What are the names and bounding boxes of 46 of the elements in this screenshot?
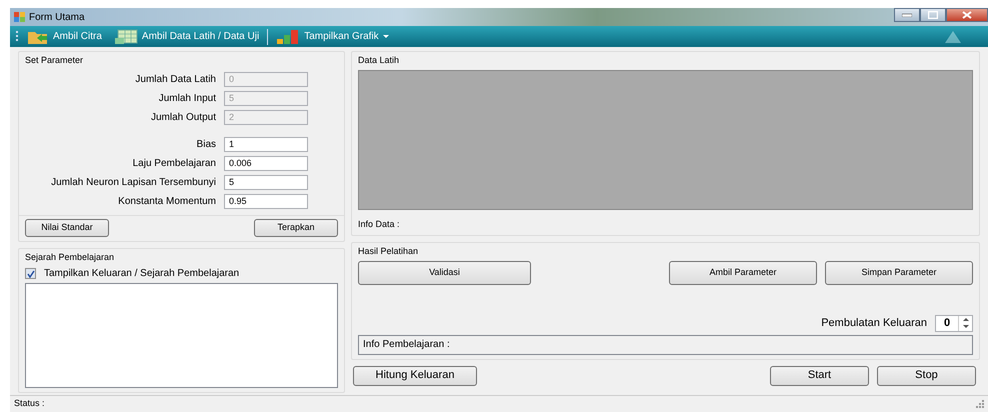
app-icon [14, 12, 25, 22]
input-field[interactable]: 0.95 [224, 194, 308, 208]
field-label: Laju Pembelajaran [132, 156, 216, 170]
bar-chart-icon [276, 28, 300, 44]
number-spinner[interactable]: 0 [935, 314, 973, 332]
info-box: Info Pembelajaran : [358, 334, 973, 354]
checkbox-label: Tampilkan Keluaran / Sejarah Pembelajaran [44, 267, 240, 281]
field-label: Jumlah Output [150, 110, 216, 124]
window-title: Form Utama [29, 10, 85, 24]
button[interactable]: Validasi [358, 260, 531, 284]
field-label: Bias [196, 138, 216, 152]
close-icon [962, 11, 972, 19]
button[interactable]: Start [770, 366, 869, 386]
button[interactable]: Ambil Parameter [669, 260, 817, 284]
logo-icon [942, 30, 964, 44]
checkbox[interactable] [25, 268, 36, 279]
field-label: Pembulatan Keluaran [821, 316, 927, 331]
close-button[interactable] [946, 8, 988, 22]
button[interactable]: Simpan Parameter [825, 260, 973, 284]
toolbar-button[interactable]: Ambil Citra [23, 28, 106, 44]
maximize-icon [928, 11, 938, 19]
minimize-icon [902, 13, 912, 17]
toolbar-button[interactable]: Ambil Data Latih / Data Uji [110, 28, 264, 44]
input-field[interactable]: 0.006 [224, 156, 308, 170]
status-text: Status : [14, 397, 45, 410]
panel-title: Set Parameter [25, 54, 84, 67]
button[interactable]: Nilai Standar [25, 218, 109, 236]
minimize-button[interactable] [894, 8, 920, 22]
panel-title: Data Latih [358, 54, 400, 67]
field-label: Jumlah Input [158, 92, 216, 106]
grip-icon [16, 30, 19, 44]
panel-title: Hasil Pelatihan [358, 245, 420, 258]
button[interactable]: Stop [877, 366, 976, 386]
button[interactable]: Hitung Keluaran [353, 366, 477, 386]
field-label: Jumlah Data Latih [135, 72, 216, 86]
resize-grip-icon [976, 400, 984, 408]
input-field[interactable]: 1 [224, 136, 308, 152]
info-text: Info Data : [358, 218, 401, 230]
maximize-button[interactable] [920, 8, 946, 22]
toolbar-button[interactable]: Tampilkan Grafik [272, 28, 393, 44]
field-label: Jumlah Neuron Lapisan Tersembunyi [51, 176, 216, 190]
field-label: Konstanta Momentum [118, 194, 216, 208]
input-field[interactable]: 5 [224, 174, 308, 190]
spreadsheet-icon [114, 28, 138, 44]
panel-title: Sejarah Pembelajaran [25, 250, 116, 264]
button[interactable]: Terapkan [254, 218, 338, 236]
